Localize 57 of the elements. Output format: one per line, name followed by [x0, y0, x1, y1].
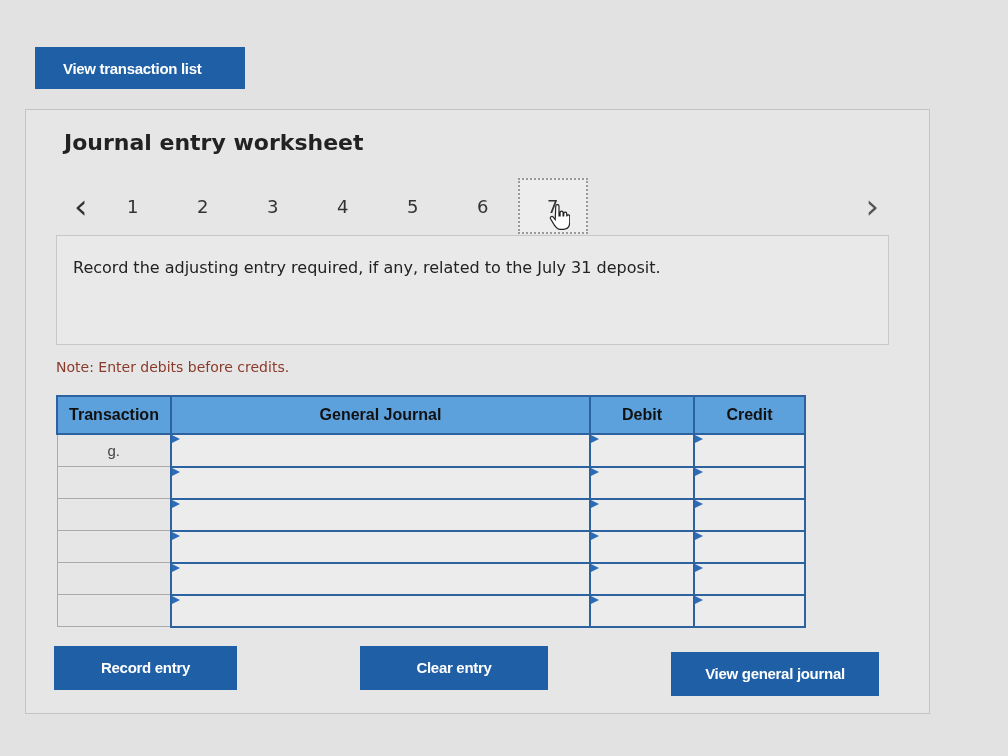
- triangle-icon: [172, 435, 180, 443]
- triangle-icon: [172, 499, 180, 508]
- column-header: General Journal: [171, 396, 590, 434]
- triangle-icon: [695, 563, 703, 572]
- action-button[interactable]: Clear entry: [360, 645, 548, 690]
- triangle-icon: [591, 595, 599, 604]
- triangle-icon: [591, 531, 599, 540]
- entry-input-field[interactable]: [694, 434, 805, 467]
- column-header: Transaction: [57, 396, 171, 434]
- previous-button[interactable]: ‹: [64, 189, 98, 223]
- note-text: Note: Enter debits before credits.: [56, 359, 291, 375]
- entry-input-field[interactable]: [694, 466, 805, 499]
- triangle-icon: [172, 563, 180, 572]
- page-tab[interactable]: 7: [517, 178, 588, 234]
- page-tab[interactable]: 1: [97, 178, 168, 234]
- page-tab[interactable]: 5: [377, 178, 448, 234]
- triangle-icon: [591, 435, 599, 443]
- triangle-icon: [172, 595, 180, 604]
- triangle-icon: [695, 435, 703, 443]
- entry-input-field[interactable]: [590, 466, 694, 499]
- entry-input-field[interactable]: [590, 594, 694, 627]
- triangle-icon: [695, 595, 703, 604]
- page-tab[interactable]: 2: [167, 178, 238, 234]
- action-button[interactable]: View general journal: [671, 651, 879, 696]
- entry-input-field[interactable]: [171, 530, 590, 563]
- page-tab[interactable]: 4: [307, 178, 378, 234]
- triangle-icon: [695, 531, 703, 540]
- triangle-icon: [591, 563, 599, 572]
- entry-input-field[interactable]: [171, 562, 590, 595]
- triangle-icon: [172, 467, 180, 476]
- page-tab[interactable]: 3: [237, 178, 308, 234]
- transaction-cell: g.: [57, 434, 171, 467]
- triangle-icon: [172, 531, 180, 540]
- worksheet-title: Journal entry worksheet: [64, 130, 365, 155]
- entry-input-field[interactable]: [590, 562, 694, 595]
- triangle-icon: [591, 499, 599, 508]
- instruction-text: Record the adjusting entry required, if any, related to the July 31 deposit.: [73, 258, 661, 277]
- entry-input-field[interactable]: [694, 498, 805, 531]
- entry-input-field[interactable]: [694, 594, 805, 627]
- action-button[interactable]: Record entry: [54, 645, 237, 690]
- entry-input-field[interactable]: [171, 594, 590, 627]
- entry-input-field[interactable]: [694, 562, 805, 595]
- entry-input-field[interactable]: [171, 498, 590, 531]
- triangle-icon: [695, 467, 703, 476]
- entry-input-field[interactable]: [590, 530, 694, 563]
- entry-input-field[interactable]: [171, 466, 590, 499]
- entry-input-field[interactable]: [590, 434, 694, 467]
- page-tab[interactable]: 6: [447, 178, 518, 234]
- column-header: Debit: [590, 396, 694, 434]
- entry-input-field[interactable]: [590, 498, 694, 531]
- entry-input-field[interactable]: [694, 530, 805, 563]
- triangle-icon: [695, 499, 703, 508]
- triangle-icon: [591, 467, 599, 476]
- column-header: Credit: [694, 396, 805, 434]
- view-transaction-list-button[interactable]: View transaction list: [35, 47, 245, 89]
- entry-input-field[interactable]: [171, 434, 590, 467]
- next-button[interactable]: ›: [855, 189, 889, 223]
